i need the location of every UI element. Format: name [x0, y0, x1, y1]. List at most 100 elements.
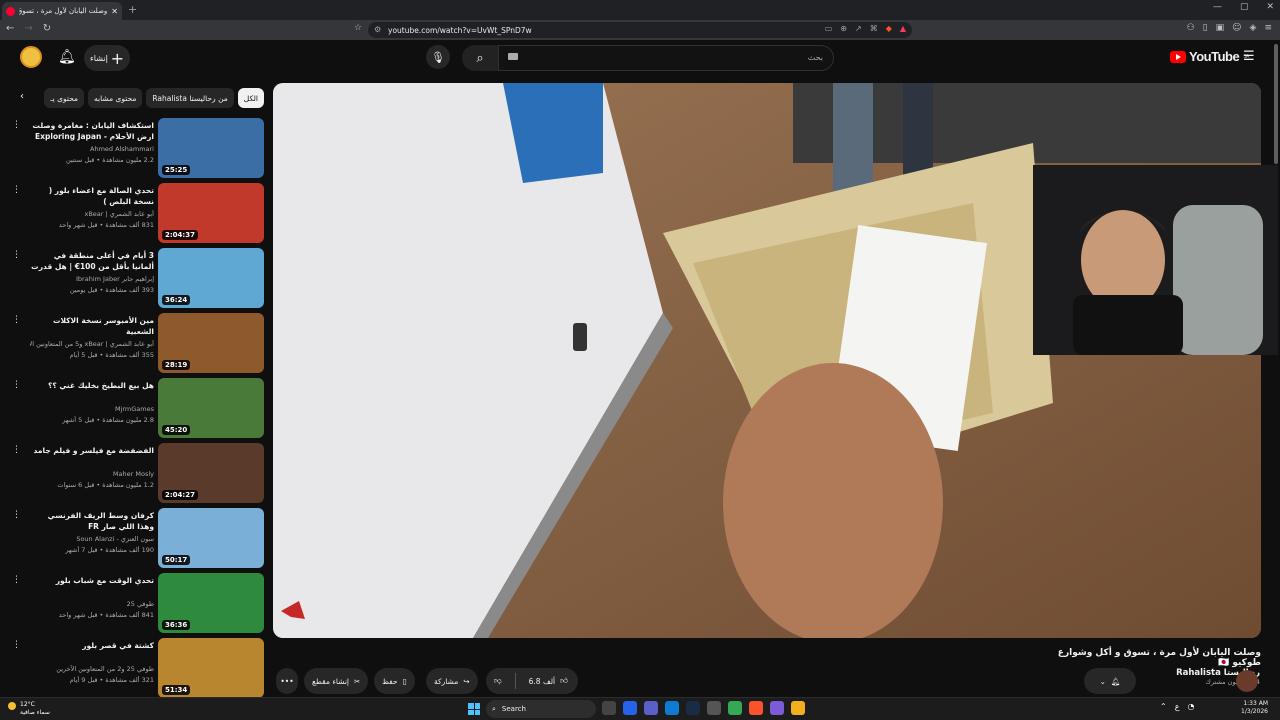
language-indicator[interactable]: ع — [1175, 702, 1180, 711]
windows-start-icon[interactable] — [468, 703, 480, 715]
steam-icon[interactable] — [686, 701, 700, 715]
copilot-icon[interactable] — [623, 701, 637, 715]
clip-button[interactable]: إنشاء مقطع ✂ — [304, 668, 369, 694]
video-item-channel[interactable]: Ahmed Alshammari — [30, 145, 154, 153]
file-explorer-icon[interactable] — [791, 701, 805, 715]
cast-icon[interactable]: ▭ — [825, 24, 833, 33]
list-item[interactable]: ⋮ تحدي الصالة مع اعضاء بلور ( نسخة البلص … — [10, 183, 264, 248]
list-item[interactable]: ⋮ مين الأمبوسر نسخة الاكلات الشعبية أبو عا… — [10, 313, 264, 378]
tray-overflow-icon[interactable]: ⌃ — [1160, 702, 1167, 711]
youtube-logo[interactable]: YouTube SA — [1170, 49, 1249, 64]
rewards-icon[interactable]: ▲ — [900, 24, 906, 33]
notifications-icon[interactable]: 🔔︎ — [58, 49, 76, 65]
chrome-icon[interactable] — [728, 701, 742, 715]
maximize-icon[interactable]: ▢ — [1240, 2, 1249, 12]
vpn-icon[interactable]: ◈ — [1250, 23, 1257, 33]
bookmark-icon[interactable]: ☆ — [354, 23, 362, 33]
list-item[interactable]: ⋮ كرفان وسط الريف الفرنسي وهذا اللي صار F… — [10, 508, 264, 573]
kebab-menu-icon[interactable]: ⋮ — [12, 250, 21, 260]
hamburger-menu-icon[interactable]: ☰ — [1243, 49, 1255, 64]
video-item-channel[interactable]: طوفي 25 و2 من المتعاونين الآخرين — [30, 665, 154, 673]
chip-related[interactable]: محتوى مشابه — [88, 88, 143, 108]
back-icon[interactable]: ← — [6, 23, 14, 34]
chip-more[interactable]: محتوى يـ — [44, 88, 84, 108]
video-item-title[interactable]: 3 أيام في أعلى منطقة في ألمانيا بأقل من … — [30, 250, 154, 272]
kebab-menu-icon[interactable]: ⋮ — [12, 185, 21, 195]
video-item-title[interactable]: الفضفضة مع فيلسر و فيلم جامد — [30, 445, 154, 456]
new-tab-icon[interactable]: + — [128, 3, 137, 16]
translate-icon[interactable]: ⌘ — [870, 24, 878, 33]
video-item-channel[interactable]: MjrmGames — [30, 405, 154, 413]
wallet-icon[interactable]: ▣ — [1216, 23, 1225, 33]
chip-from-channel[interactable]: من رحاليستا Rahalista — [146, 88, 234, 108]
list-item[interactable]: ⋮ كشتة في قصر بلور طوفي 25 و2 من المتعاوني… — [10, 638, 264, 703]
create-button[interactable]: إنشاء + — [84, 45, 130, 71]
list-item[interactable]: ⋮ استكشاف اليابان : مغامرة وصلت ارض الأحل… — [10, 118, 264, 183]
browser-tab[interactable]: وصلت اليابان لأول مرة ، تسوق ... ✕ — [2, 2, 122, 20]
video-item-title[interactable]: هل بيع البطيخ بخليك غني ؟؟ — [30, 380, 154, 391]
video-item-title[interactable]: استكشاف اليابان : مغامرة وصلت ارض الأحلا… — [30, 120, 154, 142]
kebab-menu-icon[interactable]: ⋮ — [12, 120, 21, 130]
list-item[interactable]: ⋮ هل بيع البطيخ بخليك غني ؟؟ MjrmGames 2.8 … — [10, 378, 264, 443]
kebab-menu-icon[interactable]: ⋮ — [12, 315, 21, 325]
list-item[interactable]: ⋮ 3 أيام في أعلى منطقة في ألمانيا بأقل من… — [10, 248, 264, 313]
subscribe-bell-button[interactable]: ⌄ 🔔︎ — [1084, 668, 1136, 694]
video-item-title[interactable]: مين الأمبوسر نسخة الاكلات الشعبية — [30, 315, 154, 337]
video-item-channel[interactable]: طوفي 25 — [30, 600, 154, 608]
video-item-channel[interactable]: Maher Mosly — [30, 470, 154, 478]
taskbar-search[interactable]: ⌕ Search — [486, 700, 596, 718]
kebab-menu-icon[interactable]: ⋮ — [12, 510, 21, 520]
weather-widget[interactable]: 12°C سماء صافية — [8, 701, 50, 717]
forward-icon[interactable]: → — [24, 23, 32, 34]
kebab-menu-icon[interactable]: ⋮ — [12, 575, 21, 585]
list-item[interactable]: ⋮ الفضفضة مع فيلسر و فيلم جامد Maher Mosly… — [10, 443, 264, 508]
site-info-icon[interactable]: ⚙ — [374, 25, 381, 34]
list-item[interactable]: ⋮ تحدي الوقت مع شباب بلور طوفي 25 841 ألف م… — [10, 573, 264, 638]
extensions-icon[interactable]: ⚇ — [1187, 23, 1195, 33]
chip-all[interactable]: الكل — [237, 88, 264, 108]
video-item-title[interactable]: تحدي الصالة مع اعضاء بلور ( نسخة البلص ) — [30, 185, 154, 207]
share-button[interactable]: مشاركة ↪ — [426, 668, 478, 694]
channel-avatar[interactable] — [1236, 670, 1258, 692]
minimize-icon[interactable]: — — [1213, 2, 1222, 12]
video-item-channel[interactable]: أبو عابد الشمري | xBear — [30, 210, 155, 218]
like-icon[interactable]: 👍︎ — [560, 676, 568, 686]
obs-icon[interactable] — [707, 701, 721, 715]
video-item-title[interactable]: كرفان وسط الريف الفرنسي وهذا اللي صار FR — [30, 510, 154, 532]
video-item-channel[interactable]: إبراهيم جابر Ibrahim Jaber — [30, 275, 154, 283]
shield-icon[interactable]: ◆ — [886, 24, 892, 33]
search-input[interactable]: بحث — [498, 45, 834, 71]
voice-search-icon[interactable]: 🎙︎ — [426, 45, 450, 69]
page-scrollbar[interactable] — [1274, 44, 1278, 164]
close-window-icon[interactable]: ✕ — [1266, 2, 1274, 12]
edge-icon[interactable] — [665, 701, 679, 715]
kebab-menu-icon[interactable]: ⋮ — [12, 380, 21, 390]
video-item-title[interactable]: كشتة في قصر بلور — [30, 640, 154, 651]
profile-icon[interactable]: ☺ — [1232, 23, 1241, 33]
video-item-title[interactable]: تحدي الوقت مع شباب بلور — [30, 575, 154, 586]
address-bar[interactable]: ⚙ youtube.com/watch?v=UvWt_SPnD7w ▭ ⊕ ↗ … — [368, 22, 912, 38]
search-button[interactable]: ⌕ — [462, 45, 498, 71]
kebab-menu-icon[interactable]: ⋮ — [12, 640, 21, 650]
teams-icon[interactable] — [644, 701, 658, 715]
brave-icon[interactable] — [749, 701, 763, 715]
discord-icon[interactable] — [770, 701, 784, 715]
close-tab-icon[interactable]: ✕ — [111, 7, 118, 16]
chevron-left-icon[interactable]: ‹ — [20, 91, 24, 102]
zoom-icon[interactable]: ⊕ — [840, 24, 847, 33]
save-button[interactable]: حفظ ▯ — [374, 668, 415, 694]
reload-icon[interactable]: ↻ — [43, 23, 51, 34]
wifi-icon[interactable]: ◔ — [1187, 702, 1194, 711]
kebab-menu-icon[interactable]: ⋮ — [12, 445, 21, 455]
share-page-icon[interactable]: ↗ — [855, 24, 862, 33]
sidebar-icon[interactable]: ▯ — [1203, 23, 1208, 33]
clock[interactable]: 1:33 AM 1/3/2026 — [1218, 700, 1268, 716]
video-item-channel[interactable]: أبو عابد الشمري | xBear و5 من المتعاونين… — [30, 340, 154, 348]
video-item-channel[interactable]: سون العنزي - Soun Alanzi — [30, 535, 154, 543]
browser-menu-icon[interactable]: ≡ — [1264, 23, 1272, 33]
dislike-icon[interactable]: 👎︎ — [494, 676, 502, 686]
task-view-icon[interactable] — [602, 701, 616, 715]
keyboard-icon[interactable] — [508, 53, 518, 60]
more-actions-button[interactable]: ••• — [276, 668, 298, 694]
avatar[interactable] — [20, 46, 42, 68]
